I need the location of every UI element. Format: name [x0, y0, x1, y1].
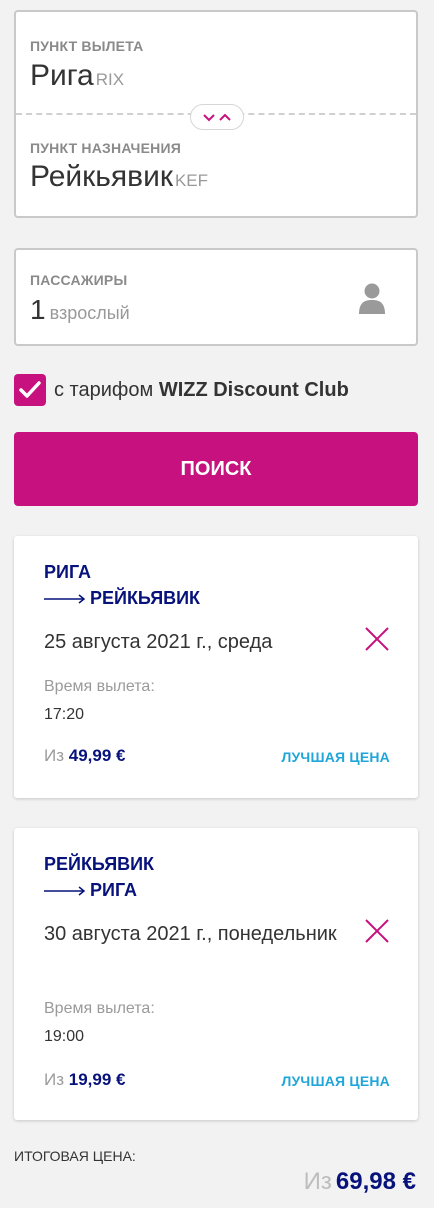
price-prefix: Из [44, 746, 65, 765]
destination-label: ПУНКТ НАЗНАЧЕНИЯ [30, 140, 181, 156]
flight-from: РЕЙКЬЯВИК [44, 854, 155, 874]
origin-field[interactable]: ПУНКТ ВЫЛЕТА Рига RIX [16, 12, 416, 112]
arrow-right-icon [44, 594, 86, 604]
passengers-count: 1 [30, 294, 46, 325]
flight-card: РЕЙКЬЯВИК РИГА 30 августа 2021 г., понед… [14, 828, 418, 1120]
total-label: ИТОГОВАЯ ЦЕНА: [14, 1148, 136, 1164]
flight-to: РИГА [90, 880, 138, 900]
price-prefix: Из [44, 1070, 65, 1089]
search-button[interactable]: ПОИСК [14, 432, 418, 506]
passengers-value: 1 взрослый [30, 294, 130, 326]
close-icon[interactable] [364, 918, 390, 944]
total-prefix: Из [303, 1168, 332, 1195]
best-price-badge: ЛУЧШАЯ ЦЕНА [281, 1073, 390, 1089]
destination-value: Рейкьявик KEF [30, 160, 208, 194]
person-icon [359, 283, 385, 314]
discount-club-checkbox[interactable] [14, 374, 46, 406]
total-price: Из 69,98 € [304, 1168, 416, 1196]
price-value: 19,99 € [68, 1070, 126, 1089]
price-value: 49,99 € [68, 746, 126, 765]
flight-card: РИГА РЕЙКЬЯВИК 25 августа 2021 г., среда… [14, 536, 418, 798]
flight-from: РИГА [44, 562, 92, 582]
total-value: 69,98 € [335, 1168, 416, 1195]
flight-price: Из 49,99 € [44, 746, 125, 766]
departure-time: 19:00 [44, 1028, 85, 1045]
origin-code: RIX [95, 70, 125, 89]
arrow-right-icon [44, 886, 86, 896]
destination-field[interactable]: ПУНКТ НАЗНАЧЕНИЯ Рейкьявик KEF [16, 116, 416, 216]
flight-price: Из 19,99 € [44, 1070, 125, 1090]
flight-date: 30 августа 2021 г., понедельник [44, 923, 337, 945]
discount-club-label[interactable]: с тарифом WIZZ Discount Club [54, 379, 349, 402]
passengers-unit: взрослый [49, 303, 130, 323]
close-icon[interactable] [364, 626, 390, 652]
flight-to: РЕЙКЬЯВИК [90, 588, 201, 608]
route-selector: ПУНКТ ВЫЛЕТА Рига RIX ПУНКТ НАЗНАЧЕНИЯ Ре… [14, 10, 418, 218]
destination-city: Рейкьявик [30, 160, 173, 193]
passengers-field[interactable]: ПАССАЖИРЫ 1 взрослый [14, 248, 418, 346]
departure-label: Время вылета: [44, 1000, 155, 1017]
flight-to-row: РИГА [44, 880, 137, 901]
departure-time: 17:20 [44, 706, 85, 723]
destination-code: KEF [174, 171, 209, 190]
best-price-badge: ЛУЧШАЯ ЦЕНА [281, 749, 390, 765]
discount-club-name: WIZZ Discount Club [158, 379, 349, 401]
flight-to-row: РЕЙКЬЯВИК [44, 588, 200, 609]
passengers-label: ПАССАЖИРЫ [30, 272, 128, 288]
discount-prefix: с тарифом [54, 379, 154, 401]
flight-date: 25 августа 2021 г., среда [44, 631, 273, 653]
origin-city: Рига [30, 59, 94, 92]
checkmark-icon [19, 381, 41, 398]
origin-label: ПУНКТ ВЫЛЕТА [30, 38, 144, 54]
departure-label: Время вылета: [44, 678, 155, 695]
origin-value: Рига RIX [30, 59, 124, 93]
